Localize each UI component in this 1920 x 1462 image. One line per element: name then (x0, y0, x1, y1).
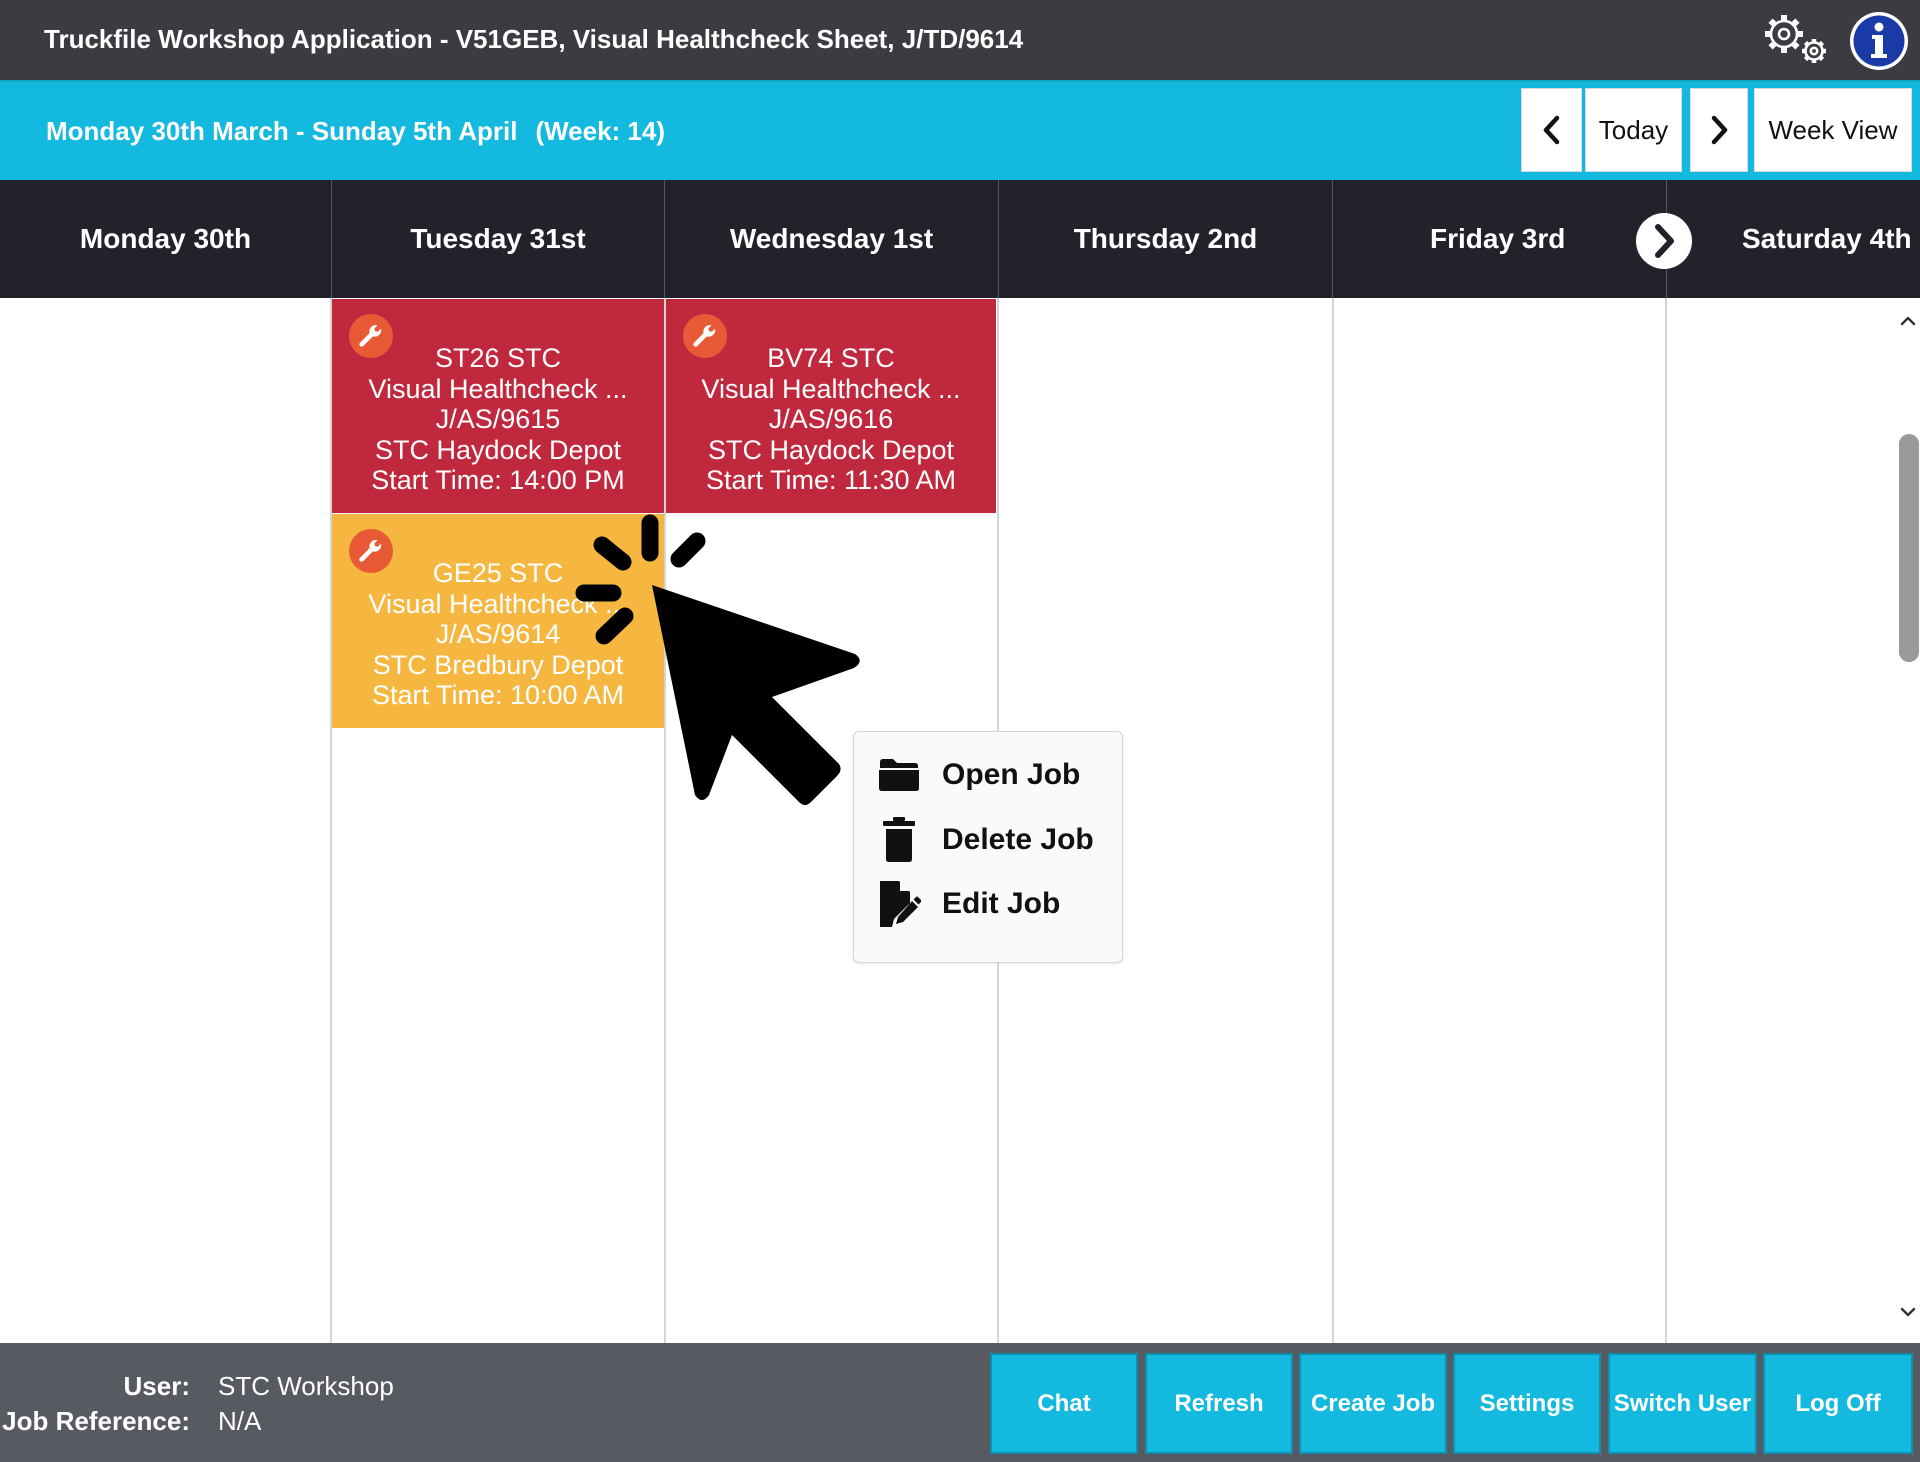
refresh-button[interactable]: Refresh (1145, 1353, 1293, 1454)
job-card-selected[interactable]: GE25 STC Visual Healthcheck ... J/AS/961… (332, 514, 664, 728)
folder-icon (876, 750, 922, 800)
job-card[interactable]: ST26 STC Visual Healthcheck ... J/AS/961… (332, 299, 664, 513)
today-button[interactable]: Today (1585, 88, 1682, 172)
open-job-menu-item[interactable]: Open Job (876, 747, 1080, 803)
job-reference-value: N/A (218, 1406, 262, 1436)
job-card[interactable]: BV74 STC Visual Healthcheck ... J/AS/961… (666, 299, 996, 513)
scroll-down-icon[interactable] (1896, 1300, 1920, 1324)
week-navigation-bar: Monday 30th March - Sunday 5th April (Wee… (0, 80, 1920, 180)
file-edit-icon (876, 879, 922, 929)
week-number: (Week: 14) (535, 116, 666, 146)
job-context-menu: Open Job Delete Job Edit Job (853, 731, 1123, 963)
settings-button[interactable]: Settings (1453, 1353, 1601, 1454)
log-off-button[interactable]: Log Off (1763, 1353, 1913, 1454)
day-header-saturday: Saturday 4th (1666, 180, 1920, 298)
week-view-button[interactable]: Week View (1754, 88, 1912, 172)
job-start-time: Start Time: 10:00 AM (371, 680, 625, 710)
settings-gears-icon[interactable] (1760, 10, 1834, 70)
chevron-right-icon (1711, 115, 1728, 145)
column-divider (1332, 298, 1334, 1343)
column-divider (1665, 298, 1667, 1343)
open-job-label: Open Job (942, 758, 1081, 791)
chat-button[interactable]: Chat (990, 1353, 1138, 1454)
job-sheet: Visual Healthcheck ... (368, 588, 628, 619)
previous-week-button[interactable] (1521, 88, 1582, 172)
day-header-row: Monday 30th Tuesday 31st Wednesday 1st T… (0, 180, 1920, 298)
delete-job-label: Delete Job (942, 823, 1094, 856)
job-sheet: Visual Healthcheck ... (368, 373, 628, 404)
job-depot: STC Haydock Depot (707, 434, 955, 465)
job-start-time: Start Time: 14:00 PM (371, 465, 625, 495)
job-depot: STC Bredbury Depot (372, 649, 624, 680)
job-vehicle: BV74 STC (767, 343, 895, 373)
job-start-time: Start Time: 11:30 AM (705, 465, 957, 495)
day-header-monday: Monday 30th (79, 223, 252, 254)
day-header-friday: Friday 3rd (1332, 180, 1666, 298)
chevron-left-icon (1543, 115, 1559, 145)
window-title: Truckfile Workshop Application - V51GEB,… (44, 24, 1024, 54)
day-header-thursday: Thursday 2nd (998, 180, 1332, 298)
trash-icon (876, 815, 922, 865)
next-days-button[interactable] (1636, 213, 1692, 269)
scroll-up-icon[interactable] (1896, 309, 1920, 333)
day-header-tuesday: Tuesday 31st (331, 180, 664, 298)
title-bar: Truckfile Workshop Application - V51GEB,… (0, 0, 1920, 80)
edit-job-label: Edit Job (942, 887, 1061, 920)
job-vehicle: GE25 STC (432, 558, 564, 588)
job-reference-label: Job Reference: (2, 1406, 190, 1436)
job-reference: J/AS/9616 (768, 404, 894, 434)
info-icon[interactable] (1848, 10, 1910, 72)
create-job-button[interactable]: Create Job (1299, 1353, 1447, 1454)
job-reference: J/AS/9614 (435, 619, 561, 649)
footer-bar: User: STC Workshop Job Reference: N/A Ch… (0, 1343, 1920, 1462)
delete-job-menu-item[interactable]: Delete Job (876, 812, 1094, 868)
scrollbar-thumb[interactable] (1899, 434, 1919, 662)
edit-job-menu-item[interactable]: Edit Job (876, 876, 1060, 932)
switch-user-button[interactable]: Switch User (1608, 1353, 1757, 1454)
next-week-button[interactable] (1690, 88, 1748, 172)
user-label: User: (123, 1371, 190, 1401)
chevron-right-icon (1655, 224, 1674, 258)
date-range-text: Monday 30th March - Sunday 5th April (46, 116, 518, 146)
job-sheet: Visual Healthcheck ... (701, 373, 961, 404)
day-header-wednesday: Wednesday 1st (664, 180, 998, 298)
week-date-range: Monday 30th March - Sunday 5th April (Wee… (46, 82, 665, 182)
user-value: STC Workshop (218, 1371, 394, 1401)
job-reference: J/AS/9615 (435, 404, 561, 434)
job-vehicle: ST26 STC (434, 343, 562, 373)
job-depot: STC Haydock Depot (374, 434, 622, 465)
